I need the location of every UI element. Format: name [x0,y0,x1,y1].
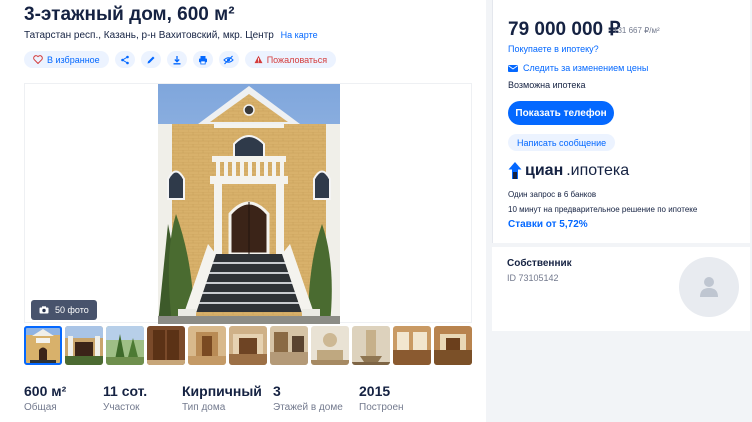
mortgage-info-line: Один запрос в 6 банков [508,190,597,199]
brand-name: циан [525,162,564,179]
share-button[interactable] [114,51,135,68]
pencil-icon [147,56,155,63]
fact-label: Этажей в доме [273,402,343,413]
mortgage-rates-link[interactable]: Ставки от 5,72% [508,219,588,230]
camera-icon [39,306,49,314]
fact-house-type: Кирпичный Тип дома [182,383,273,413]
owner-card: Собственник ID 73105142 [492,247,750,331]
print-button[interactable] [192,51,213,68]
address-text: Татарстан респ., Казань, р-н Вахитовский… [24,30,274,41]
write-message-button[interactable]: Написать сообщение [508,134,616,151]
thumbnail[interactable] [311,326,349,365]
watch-price-label: Следить за изменением цены [523,63,649,73]
fact-floors: 3 Этажей в доме [273,383,359,413]
favorite-label: В избранное [47,54,100,65]
mortgage-possible: Возможна ипотека [508,80,586,90]
address: Татарстан респ., Казань, р-н Вахитовский… [24,30,318,41]
photo-count: 50 фото [55,305,89,315]
fact-built: 2015 Построен [359,383,429,413]
thumbnail[interactable] [188,326,226,365]
thumbnail[interactable] [393,326,431,365]
thumbnail[interactable] [65,326,103,365]
main-photo[interactable] [158,84,340,324]
fact-total-area: 600 м² Общая [24,383,103,413]
photo-count-badge[interactable]: 50 фото [31,300,97,320]
fact-value: 2015 [359,383,391,399]
mortgage-info-line: 10 минут на предварительное решение по и… [508,205,698,214]
favorite-button[interactable]: В избранное [24,51,109,68]
fact-label: Общая [24,402,57,413]
fact-plot: 11 сот. Участок [103,383,182,413]
owner-title: Собственник [507,258,572,269]
download-icon [173,55,181,64]
warning-icon [254,55,263,64]
thumbnail[interactable] [352,326,390,365]
cian-logo-icon [508,162,522,179]
brand-sub: .ипотека [566,162,630,179]
heart-icon [33,55,43,64]
fact-value: 11 сот. [103,383,148,399]
thumbnail-strip [24,326,472,365]
envelope-icon [508,64,518,72]
fact-label: Построен [359,402,404,413]
complain-button[interactable]: Пожаловаться [244,51,337,68]
user-icon [700,277,718,297]
show-phone-button[interactable]: Показать телефон [508,101,614,125]
fact-value: Кирпичный [182,383,262,399]
photo-gallery[interactable]: 50 фото [24,83,472,324]
thumbnail[interactable] [229,326,267,365]
thumbnail[interactable] [270,326,308,365]
share-icon [120,55,129,64]
price-card: 79 000 000 ₽ 131 667 ₽/м² Покупаете в ип… [492,0,750,243]
thumbnail[interactable] [147,326,185,365]
thumbnail[interactable] [434,326,472,365]
printer-icon [198,55,207,64]
thumbnail[interactable] [106,326,144,365]
price: 79 000 000 ₽ [508,19,621,40]
avatar [679,257,739,317]
cian-mortgage-logo[interactable]: циан .ипотека [508,162,629,180]
fact-value: 3 [273,383,281,399]
hide-button[interactable] [218,51,239,68]
owner-id: ID 73105142 [507,273,559,283]
key-facts: 600 м² Общая 11 сот. Участок Кирпичный Т… [24,383,429,413]
mortgage-question-link[interactable]: Покупаете в ипотеку? [508,44,599,54]
edit-button[interactable] [140,51,161,68]
eye-off-icon [223,55,234,64]
action-bar: В избранное Пожаловаться [24,51,337,68]
download-button[interactable] [166,51,187,68]
complain-label: Пожаловаться [266,54,328,65]
listing-panel: 3-этажный дом, 600 м² Татарстан респ., К… [0,0,486,422]
fact-label: Участок [103,402,140,413]
price-per-meter: 131 667 ₽/м² [613,26,660,35]
thumbnail[interactable] [24,326,62,365]
watch-price-link[interactable]: Следить за изменением цены [508,63,648,73]
house-photo [158,84,340,324]
page-title: 3-этажный дом, 600 м² [24,4,235,25]
fact-label: Тип дома [182,402,226,413]
map-link[interactable]: На карте [281,30,318,40]
fact-value: 600 м² [24,383,67,399]
